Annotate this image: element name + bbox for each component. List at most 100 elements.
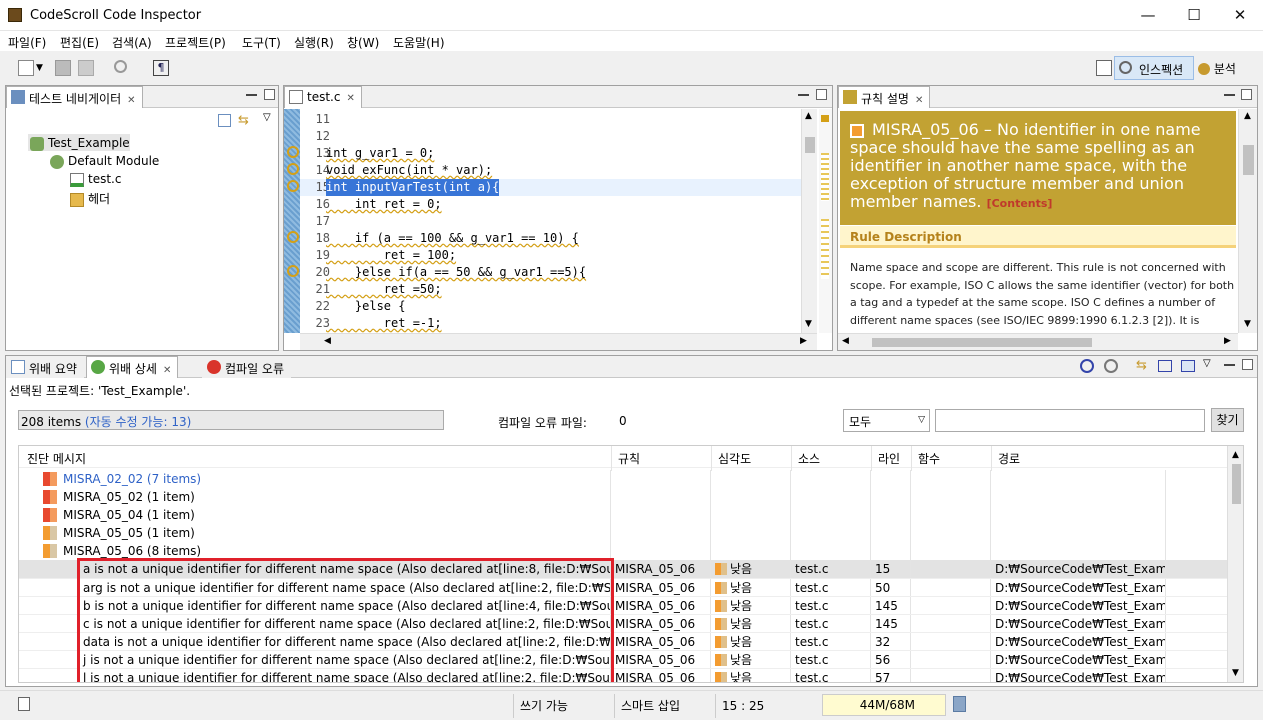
scroll-left-icon[interactable]: ◀	[842, 336, 849, 346]
table-group-row[interactable]: MISRA_05_02 (1 item)	[19, 488, 1227, 506]
menu-project[interactable]: 프로젝트(P)	[165, 34, 226, 51]
view-menu-icon[interactable]: ▽	[1203, 358, 1211, 369]
scroll-thumb[interactable]	[805, 137, 815, 153]
violation-marker-icon[interactable]	[287, 231, 299, 243]
scroll-left-icon[interactable]: ◀	[324, 336, 331, 346]
tab-test-c[interactable]: test.c ✕	[284, 86, 362, 108]
memory-indicator[interactable]: 44M/68M	[822, 694, 946, 716]
menu-tools[interactable]: 도구(T)	[242, 34, 281, 51]
show-whitespace-icon[interactable]: ¶	[153, 60, 169, 76]
maximize-view-icon[interactable]	[1242, 359, 1253, 370]
menu-search[interactable]: 검색(A)	[112, 34, 152, 51]
menu-help[interactable]: 도움말(H)	[393, 34, 445, 51]
table-vscroll[interactable]: ▲ ▼	[1227, 446, 1243, 682]
contents-link[interactable]: [Contents]	[987, 197, 1053, 210]
tab-test-navigator[interactable]: 테스트 네비게이터 ✕	[6, 86, 143, 108]
column-header[interactable]: 함수	[911, 446, 991, 471]
menu-file[interactable]: 파일(F)	[8, 34, 46, 51]
scroll-right-icon[interactable]: ▶	[1224, 336, 1231, 346]
perspective-analysis[interactable]: 분석	[1198, 60, 1236, 77]
close-icon[interactable]: ✕	[163, 365, 171, 376]
search-icon[interactable]	[114, 60, 127, 73]
save-all-icon[interactable]	[78, 60, 94, 76]
maximize-view-icon[interactable]	[816, 89, 827, 100]
tab-violation-summary[interactable]: 위배 요약	[6, 356, 84, 378]
column-header[interactable]: 심각도	[711, 446, 791, 471]
new-icon[interactable]	[18, 60, 34, 76]
view-menu-icon[interactable]: ▽	[263, 112, 271, 123]
maximize-button[interactable]: ☐	[1171, 0, 1217, 31]
minimize-view-icon[interactable]	[1224, 364, 1235, 366]
minimize-view-icon[interactable]	[798, 94, 809, 96]
rule-vscroll[interactable]: ▲ ▼	[1238, 109, 1257, 333]
minimize-view-icon[interactable]	[246, 94, 257, 96]
scroll-down-icon[interactable]: ▼	[1232, 668, 1239, 678]
rule-hscroll[interactable]: ◀ ▶	[838, 333, 1238, 350]
violation-marker-icon[interactable]	[287, 265, 299, 277]
close-icon[interactable]: ✕	[346, 93, 354, 104]
maximize-view-icon[interactable]	[264, 89, 275, 100]
close-icon[interactable]: ✕	[915, 95, 923, 106]
scroll-down-icon[interactable]: ▼	[805, 319, 812, 329]
scroll-thumb[interactable]	[872, 338, 1092, 347]
column-header[interactable]: 소스	[791, 446, 871, 471]
perspective-inspection[interactable]: 인스펙션	[1114, 56, 1194, 80]
filter-off-icon[interactable]	[1104, 359, 1118, 373]
tree-item-project[interactable]: Test_Example	[30, 136, 130, 151]
table-row[interactable]: l is not a unique identifier for differe…	[19, 668, 1227, 682]
maximize-view-icon[interactable]	[1241, 89, 1252, 100]
open-perspective-icon[interactable]	[1096, 60, 1112, 76]
table-group-row[interactable]: MISRA_02_02 (7 items)	[19, 470, 1227, 488]
tab-compile-errors[interactable]: 컴파일 오류	[202, 356, 292, 378]
column-header[interactable]: 규칙	[611, 446, 711, 471]
column-header[interactable]: 경로	[991, 446, 1166, 471]
table-row-selected[interactable]: a is not a unique identifier for differe…	[19, 560, 1227, 578]
violation-marker-icon[interactable]	[287, 146, 299, 158]
menu-edit[interactable]: 편집(E)	[60, 34, 99, 51]
code-area[interactable]: 11 12 13 int g_var1 = 0; 14 void exFunc(in…	[300, 109, 815, 333]
table-group-row[interactable]: MISRA_05_05 (1 item)	[19, 524, 1227, 542]
trash-icon[interactable]	[953, 696, 966, 712]
column-header[interactable]: 라인	[871, 446, 911, 471]
table-group-row[interactable]: MISRA_05_06 (8 items)	[19, 542, 1227, 560]
scroll-up-icon[interactable]: ▲	[805, 111, 812, 121]
scroll-up-icon[interactable]: ▲	[1232, 450, 1239, 460]
tree-item-file[interactable]: test.c	[70, 172, 121, 187]
scroll-thumb[interactable]	[1243, 145, 1254, 175]
table-row[interactable]: b is not a unique identifier for differe…	[19, 596, 1227, 615]
violation-marker-icon[interactable]	[287, 163, 299, 175]
column-header[interactable]: 진단 메시지	[21, 446, 611, 471]
tree-item-header[interactable]: 헤더	[70, 190, 110, 207]
minimize-view-icon[interactable]	[1224, 94, 1235, 96]
report-icon[interactable]	[1181, 360, 1195, 372]
table-row[interactable]: c is not a unique identifier for differe…	[19, 614, 1227, 633]
scroll-up-icon[interactable]: ▲	[1244, 111, 1251, 121]
export-icon[interactable]	[1158, 360, 1172, 372]
minimize-button[interactable]: —	[1125, 0, 1171, 31]
tab-rule-description[interactable]: 규칙 설명 ✕	[838, 86, 931, 108]
editor-vscroll[interactable]: ▲ ▼	[801, 109, 817, 333]
find-button[interactable]: 찾기	[1211, 408, 1244, 432]
menu-run[interactable]: 실행(R)	[294, 34, 334, 51]
filter-select[interactable]: 모두 ▽	[843, 409, 930, 432]
editor-hscroll[interactable]: ◀ ▶	[300, 333, 817, 350]
dropdown-arrow-icon[interactable]: ▼	[36, 63, 43, 73]
sync-icon[interactable]: ⇆	[1136, 358, 1147, 373]
table-row[interactable]: arg is not a unique identifier for diffe…	[19, 578, 1227, 597]
scroll-thumb[interactable]	[1232, 464, 1241, 504]
tab-violation-detail[interactable]: 위배 상세 ✕	[86, 356, 179, 378]
save-icon[interactable]	[55, 60, 71, 76]
scroll-right-icon[interactable]: ▶	[800, 336, 807, 346]
tree-item-module[interactable]: Default Module	[50, 154, 159, 169]
run-icon[interactable]	[1080, 359, 1094, 373]
menu-window[interactable]: 창(W)	[347, 34, 379, 51]
table-row[interactable]: j is not a unique identifier for differe…	[19, 650, 1227, 669]
link-editor-icon[interactable]: ⇆	[238, 113, 249, 128]
table-row[interactable]: data is not a unique identifier for diff…	[19, 632, 1227, 651]
scroll-down-icon[interactable]: ▼	[1244, 319, 1251, 329]
collapse-all-icon[interactable]	[218, 114, 231, 127]
table-group-row[interactable]: MISRA_05_04 (1 item)	[19, 506, 1227, 524]
close-icon[interactable]: ✕	[127, 95, 135, 106]
violation-marker-icon[interactable]	[287, 180, 299, 192]
overview-ruler[interactable]	[819, 109, 832, 333]
